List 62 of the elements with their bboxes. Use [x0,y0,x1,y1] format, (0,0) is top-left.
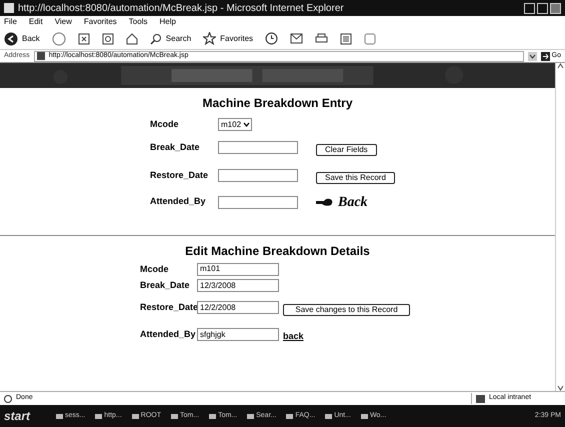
menu-item[interactable]: File [4,16,17,28]
field-label: Attended_By [150,195,207,208]
field-label: Mcode [150,118,180,131]
menu-item[interactable]: Tools [128,16,148,28]
back-link[interactable]: back [283,330,304,340]
close-icon[interactable] [550,2,561,14]
section-heading: Machine Breakdown Entry [201,95,354,112]
folder-icon [132,414,139,418]
edit-icon[interactable] [340,32,352,44]
favorites-button[interactable]: Favorites [203,32,254,45]
section-heading: Edit Machine Breakdown Details [184,242,371,260]
forward-icon[interactable] [52,32,66,46]
field-label: Break_Date [140,279,191,292]
folder-icon [95,414,102,418]
menu-item[interactable]: View [54,16,72,28]
folder-icon [325,414,332,418]
history-icon[interactable] [265,32,278,45]
pointing-hand-icon [316,197,334,207]
text-field[interactable]: m101 [197,262,279,276]
window-title: http://localhost:8080/automation/McBreak.jsp - Microsoft Internet Explorer [18,2,344,16]
field-label: Restore_Date [150,168,210,182]
scrollbar[interactable] [555,63,565,391]
scroll-up-icon[interactable] [557,63,564,69]
menu-item[interactable]: Favorites [84,16,117,28]
field-label: Mcode [140,262,170,276]
mcode-dropdown[interactable]: m102 [218,118,252,132]
folder-icon [360,414,368,418]
search-icon [150,32,162,44]
search-button[interactable]: Search [150,32,192,44]
text-field[interactable] [218,169,298,182]
star-icon [203,32,216,45]
menu-item[interactable]: Edit [28,16,43,28]
form-button[interactable]: Save this Record [316,172,395,184]
field-label: Attended_By [140,328,197,341]
text-field[interactable]: 12/3/2008 [197,279,279,292]
text-field[interactable]: sfghjgk [197,328,279,341]
folder-icon [286,414,294,418]
field-label: Restore_Date [140,300,197,314]
mail-icon[interactable] [290,33,304,44]
minimize-icon[interactable] [524,2,535,14]
print-icon[interactable] [315,32,328,44]
folder-icon [171,414,178,418]
save-changes-button[interactable]: Save changes to this Record [283,304,410,316]
folder-icon [209,414,216,418]
arrow-icon [540,52,550,60]
scroll-down-icon[interactable] [557,385,564,391]
home-icon[interactable] [126,32,138,44]
back-button[interactable]: Back [4,32,40,46]
dropdown-icon [243,121,250,128]
back-link[interactable]: Back [316,192,555,212]
folder-icon [56,414,64,418]
text-field[interactable] [218,141,298,154]
menu-item[interactable]: Help [159,16,176,28]
folder-icon [247,414,254,418]
form-button[interactable]: Clear Fields [316,144,377,156]
text-field[interactable]: 12/2/2008 [197,301,279,314]
stop-icon[interactable] [78,32,90,44]
text-field[interactable] [218,196,298,208]
start-button[interactable]: start [4,407,46,425]
maximize-icon[interactable] [537,2,548,14]
field-label: Break_Date [150,140,201,154]
dropdown-icon[interactable] [528,52,537,60]
